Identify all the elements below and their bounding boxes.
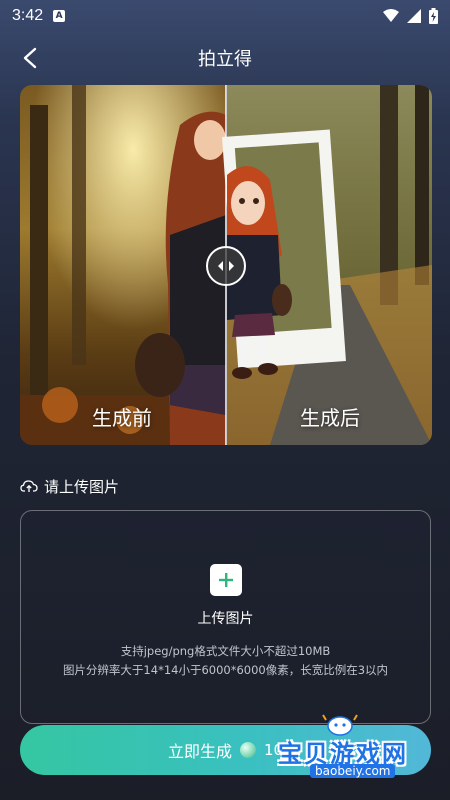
status-icons bbox=[383, 8, 438, 24]
app-header: 拍立得 bbox=[0, 38, 450, 78]
generate-label: 立即生成 bbox=[167, 742, 232, 761]
plus-icon bbox=[218, 573, 233, 587]
watermark-url: baobeiy.com bbox=[310, 764, 396, 778]
upload-hint-format: 支持jpeg/png格式文件大小不超过10MB bbox=[120, 644, 331, 658]
upload-hint-resolution: 图片分辨率大于14*14小于6000*6000像素，长宽比例在3以内 bbox=[62, 663, 389, 677]
back-button[interactable] bbox=[16, 44, 44, 72]
status-bar: 3:42 A bbox=[0, 0, 450, 32]
upload-section-heading: 请上传图片 bbox=[20, 475, 119, 497]
add-image-button[interactable] bbox=[209, 564, 242, 596]
upload-image-label: 上传图片 bbox=[197, 611, 254, 627]
mascot-icon bbox=[322, 714, 358, 736]
wifi-icon bbox=[383, 9, 399, 22]
cloud-upload-icon bbox=[20, 480, 38, 492]
after-label: 生成后 bbox=[300, 406, 360, 430]
compare-slider-handle[interactable] bbox=[206, 246, 246, 286]
coin-icon bbox=[239, 742, 256, 758]
status-time: 3:42 bbox=[12, 7, 44, 24]
signal-icon bbox=[407, 9, 421, 23]
site-watermark: 宝贝游戏网 baobeiy.com bbox=[272, 712, 422, 782]
upload-dropzone[interactable]: 上传图片 支持jpeg/png格式文件大小不超过10MB 图片分辨率大于14*1… bbox=[20, 510, 431, 724]
battery-charging-icon bbox=[429, 8, 438, 24]
before-after-comparison[interactable]: 生成前 生成后 bbox=[20, 85, 432, 445]
upload-heading-text: 请上传图片 bbox=[44, 477, 120, 496]
chevron-left-icon bbox=[23, 47, 37, 69]
a-badge-icon: A bbox=[53, 10, 66, 22]
page-title: 拍立得 bbox=[198, 49, 252, 70]
before-label: 生成前 bbox=[92, 406, 152, 430]
compare-slider-icon bbox=[218, 261, 234, 271]
